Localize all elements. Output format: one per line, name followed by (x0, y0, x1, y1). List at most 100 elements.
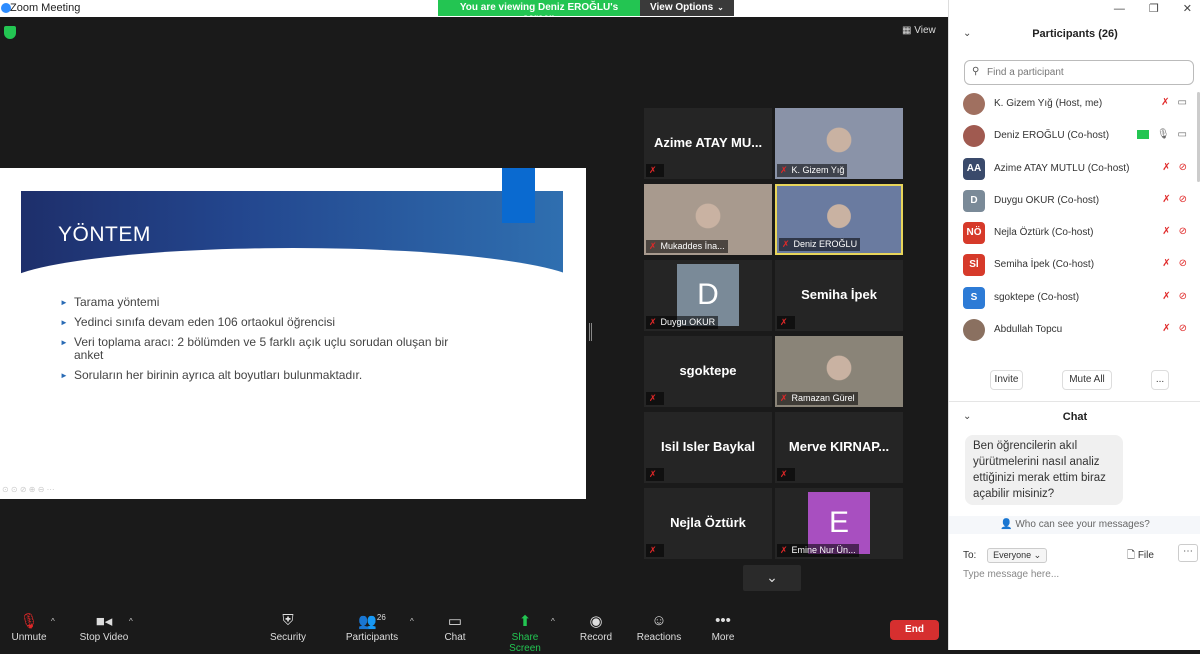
participant-label: ✗ (646, 164, 664, 177)
mic-muted-icon[interactable]: ✗ (1162, 194, 1170, 205)
participant-label-text: K. Gizem Yığ (791, 165, 845, 175)
video-tile[interactable]: Merve KIRNAP... ✗ (775, 412, 903, 483)
video-tile[interactable]: Nejla Öztürk ✗ (644, 488, 772, 559)
invite-button[interactable]: Invite (990, 370, 1023, 390)
split-drag-handle[interactable] (589, 323, 592, 341)
camera-icon: ■◂ (95, 613, 113, 630)
participant-avatar (963, 125, 985, 148)
video-options-caret[interactable]: ^ (129, 617, 133, 626)
participants-button[interactable]: 👥26 Participants (343, 612, 401, 643)
chat-message-input[interactable]: Type message here... (963, 569, 1059, 580)
mic-icon[interactable]: 🎙 (1157, 129, 1170, 140)
video-tile[interactable]: E ✗ Emine Nur Ün... (775, 488, 903, 559)
camera-off-icon[interactable]: ⊘ (1179, 323, 1187, 334)
mic-muted-icon[interactable]: ✗ (1162, 291, 1170, 302)
participant-row[interactable]: K. Gizem Yığ (Host, me) ✗ ▭ (949, 88, 1200, 120)
participant-name: Nejla Öztürk (670, 515, 746, 530)
video-tile[interactable]: ✗ K. Gizem Yığ (775, 108, 903, 179)
encryption-shield-icon[interactable] (4, 26, 16, 39)
participant-avatar: S (963, 286, 985, 309)
chat-recipient-select[interactable]: Everyone ⌄ (987, 548, 1048, 563)
chat-visibility-link[interactable]: 👤 Who can see your messages? (949, 516, 1200, 534)
participant-status-icons: 🎙 ▭ (1136, 129, 1187, 140)
ellipsis-icon: ••• (715, 612, 731, 629)
camera-off-icon[interactable]: ⊘ (1179, 291, 1187, 302)
search-placeholder: Find a participant (987, 67, 1064, 78)
video-tile[interactable]: Azime ATAY MU... ✗ (644, 108, 772, 179)
chat-file-button[interactable]: 🗋 File (1127, 548, 1154, 565)
mic-muted-icon[interactable]: ✗ (1162, 162, 1170, 173)
video-tile[interactable]: Semiha İpek ✗ (775, 260, 903, 331)
mic-muted-icon: ✗ (649, 393, 657, 403)
view-options-label: View Options (650, 2, 714, 13)
chat-more-button[interactable]: ⋯ (1178, 544, 1198, 562)
share-options-caret[interactable]: ^ (551, 617, 555, 626)
camera-icon[interactable]: ▭ (1178, 129, 1187, 140)
mic-muted-icon: ✗ (649, 241, 657, 251)
participant-name: Merve KIRNAP... (788, 439, 890, 454)
viewing-banner: You are viewing Deniz EROĞLU's screen Vi… (438, 0, 734, 24)
window-controls: — ❐ ✕ (1090, 2, 1192, 15)
unmute-button[interactable]: 🎙 Unmute (10, 612, 48, 643)
file-icon: 🗋 (1127, 550, 1138, 561)
close-icon[interactable]: ✕ (1183, 3, 1192, 15)
mic-muted-icon[interactable]: ✗ (1162, 323, 1170, 334)
camera-off-icon[interactable]: ⊘ (1179, 162, 1187, 173)
stop-video-label: Stop Video (79, 632, 129, 643)
participants-label: Participants (345, 632, 399, 643)
participant-row[interactable]: AA Azime ATAY MUTLU (Co-host) ✗ ⊘ (949, 153, 1200, 185)
participant-row[interactable]: D Duygu OKUR (Co-host) ✗ ⊘ (949, 185, 1200, 217)
share-screen-button[interactable]: ⬆ Share Screen (495, 612, 555, 654)
video-tile[interactable]: Isil Isler Baykal ✗ (644, 412, 772, 483)
video-tile[interactable]: D ✗ Duygu OKUR (644, 260, 772, 331)
video-tile[interactable]: ✗ Deniz EROĞLU (775, 184, 903, 255)
participant-row[interactable]: NÖ Nejla Öztürk (Co-host) ✗ ⊘ (949, 217, 1200, 249)
view-button[interactable]: ▦ View (902, 25, 936, 36)
participant-row[interactable]: Deniz EROĞLU (Co-host) 🎙 ▭ (949, 120, 1200, 152)
mic-muted-icon: ✗ (782, 239, 790, 249)
mic-muted-icon[interactable]: ✗ (1162, 258, 1170, 269)
more-button[interactable]: ••• More (708, 612, 738, 643)
participant-status-icons: ✗ ⊘ (1162, 258, 1187, 269)
view-options-button[interactable]: View Options ⌄ (640, 0, 734, 16)
mic-muted-icon[interactable]: ✗ (1162, 226, 1170, 237)
participant-label: ✗ (646, 544, 664, 557)
participants-more-button[interactable]: ... (1151, 370, 1169, 390)
participant-status-icons: ✗ ⊘ (1162, 226, 1187, 237)
camera-off-icon[interactable]: ⊘ (1179, 258, 1187, 269)
video-tile[interactable]: ✗ Ramazan Gürel (775, 336, 903, 407)
participants-header: Participants (26) (1032, 28, 1118, 40)
mic-muted-icon: ✗ (649, 469, 657, 479)
stop-video-button[interactable]: ■◂ Stop Video (78, 612, 130, 643)
mute-all-button[interactable]: Mute All (1062, 370, 1112, 390)
participant-label: ✗ Mukaddes İna... (646, 240, 728, 253)
record-button[interactable]: ◉ Record (578, 612, 614, 643)
mic-muted-icon[interactable]: ✗ (1161, 97, 1169, 108)
camera-off-icon[interactable]: ⊘ (1179, 226, 1187, 237)
share-screen-label: Share Screen (509, 632, 541, 654)
slide-controls[interactable]: ⊙ ⊙ ⊘ ⊕ ⊖ ⋯ (2, 485, 55, 494)
slide-heading: YÖNTEM (58, 223, 151, 246)
participants-caret[interactable]: ^ (410, 617, 414, 626)
security-button[interactable]: ⛨ Security (268, 612, 308, 643)
reactions-button[interactable]: ☺ Reactions (636, 612, 682, 643)
video-tile[interactable]: sgoktepe ✗ (644, 336, 772, 407)
scroll-down-button[interactable]: ⌄ (743, 565, 801, 591)
participant-avatar: AA (963, 157, 985, 180)
video-tile[interactable]: ✗ Mukaddes İna... (644, 184, 772, 255)
participant-name: Duygu OKUR (Co-host) (994, 194, 1100, 206)
camera-icon[interactable]: ▭ (1178, 97, 1187, 108)
participant-name: Nejla Öztürk (Co-host) (994, 227, 1094, 239)
participant-row[interactable]: Sİ Semiha İpek (Co-host) ✗ ⊘ (949, 249, 1200, 281)
chat-button[interactable]: ▭ Chat (440, 612, 470, 643)
end-meeting-button[interactable]: End (890, 620, 939, 640)
participant-search-input[interactable]: ⚲ Find a participant (964, 60, 1194, 85)
minimize-icon[interactable]: — (1114, 3, 1125, 15)
maximize-icon[interactable]: ❐ (1149, 3, 1159, 15)
camera-off-icon[interactable]: ⊘ (1179, 194, 1187, 205)
participant-row[interactable]: Ssgoktepe (Co-host) ✗ ⊘ (949, 282, 1200, 314)
smiley-icon: ☺ (651, 612, 667, 629)
audio-options-caret[interactable]: ^ (51, 617, 55, 626)
mic-muted-icon: 🎙 (19, 613, 39, 630)
participant-row[interactable]: Abdullah Topcu ✗ ⊘ (949, 314, 1200, 346)
